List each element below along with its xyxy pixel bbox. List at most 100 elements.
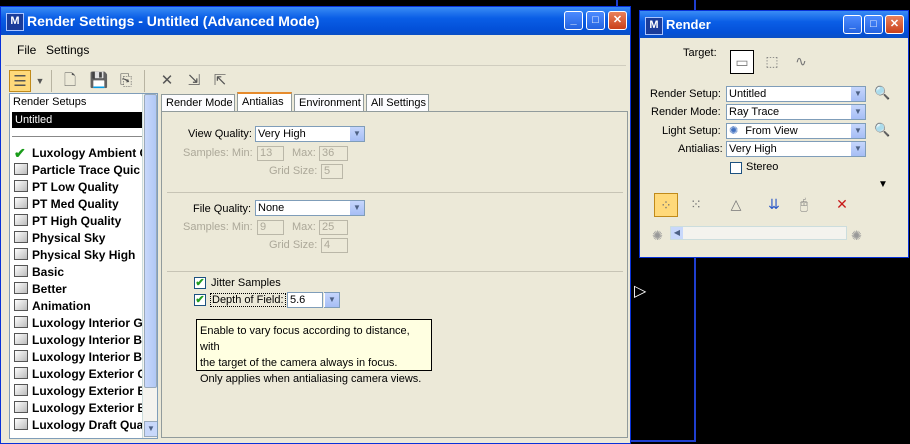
tab-antialias[interactable]: Antialias [237, 92, 292, 112]
list-item[interactable]: Basic [14, 264, 64, 281]
list-item-selected[interactable]: Untitled [12, 112, 143, 128]
chevron-down-icon[interactable]: ▼ [324, 293, 339, 307]
list-item[interactable]: Luxology Interior G [14, 315, 143, 332]
chevron-down-icon[interactable]: ▼ [349, 127, 364, 141]
toolbar: ☰ ▼ 🗋 💾 ⎘ ✕ ⇲ ⇱ [5, 65, 626, 96]
light-icon[interactable]: △ [724, 193, 748, 217]
setup-icon [14, 197, 28, 209]
target-element-icon[interactable]: ∿ [789, 50, 813, 74]
close-button[interactable]: ✕ [885, 15, 904, 34]
minimize-button[interactable]: _ [843, 15, 862, 34]
render-mode-label: Render Mode: [651, 106, 721, 118]
render-setup-select[interactable]: Untitled ▼ [726, 86, 866, 102]
brightness-slider[interactable]: ◀ [670, 226, 847, 240]
scroll-left-icon[interactable]: ◀ [671, 227, 683, 239]
render-setups-list[interactable]: Render Setups Untitled ✔ Luxology Ambient… [9, 93, 158, 439]
list-item[interactable]: PT High Quality [14, 213, 121, 230]
minimize-button[interactable]: _ [564, 11, 583, 30]
tab-environment[interactable]: Environment [294, 94, 364, 111]
chevron-down-icon[interactable]: ▼ [850, 87, 865, 101]
setup-icon [14, 163, 28, 175]
scroll-thumb[interactable] [144, 94, 157, 388]
view-quality-label: View Quality: [188, 128, 252, 140]
scroll-down-icon[interactable]: ▼ [144, 421, 157, 437]
new-icon[interactable]: 🗋 [59, 70, 81, 92]
list-item[interactable]: Luxology Interior B [14, 349, 142, 366]
file-grid-size-field[interactable]: 4 [321, 238, 348, 253]
jitter-samples-checkbox[interactable]: ✔ [194, 277, 206, 289]
stereo-label: Stereo [746, 161, 779, 173]
list-item[interactable]: ✔ Luxology Ambient O [14, 145, 149, 162]
clear-icon[interactable]: ✕ [830, 193, 854, 217]
samples-max-label: Max: [292, 221, 316, 233]
render-settings-icon[interactable]: ⁙ [684, 193, 708, 217]
import-icon[interactable]: ⇲ [183, 70, 205, 92]
flyout-arrow-icon[interactable]: ▼ [878, 179, 888, 190]
sun-icon: ✺ [729, 125, 742, 137]
render-settings-titlebar[interactable]: M Render Settings - Untitled (Advanced M… [1, 7, 630, 35]
list-item[interactable]: Luxology Exterior B [14, 400, 146, 417]
list-item[interactable]: Physical Sky [14, 230, 105, 247]
maximize-button[interactable]: □ [864, 15, 883, 34]
target-fence-icon[interactable]: ⬚ [760, 50, 784, 74]
tab-all-settings[interactable]: All Settings [366, 94, 429, 111]
view-quality-select[interactable]: Very High ▼ [255, 126, 365, 142]
depth-of-field-field[interactable]: 5.6 [287, 292, 323, 308]
menu-settings[interactable]: Settings [46, 43, 89, 57]
tab-render-mode[interactable]: Render Mode [161, 94, 235, 111]
light-setup-select[interactable]: ✺ From View ▼ [726, 123, 866, 139]
list-item[interactable]: Luxology Exterior B [14, 383, 146, 400]
file-samples-min-field[interactable]: 9 [257, 220, 284, 235]
separator-line [167, 271, 623, 272]
save-icon[interactable]: 💾 [88, 70, 110, 92]
list-item[interactable]: Better [14, 281, 67, 298]
list-item[interactable]: PT Med Quality [14, 196, 119, 213]
view-grid-size-field[interactable]: 5 [321, 164, 343, 179]
mouse-icon[interactable]: 🖰 [792, 193, 816, 217]
list-item[interactable]: Animation [14, 298, 91, 315]
list-item[interactable]: Physical Sky High [14, 247, 135, 264]
tree-view-icon[interactable]: ☰ [9, 70, 31, 92]
render-titlebar[interactable]: M Render _ □ ✕ [640, 11, 908, 38]
file-quality-select[interactable]: None ▼ [255, 200, 365, 216]
delete-icon[interactable]: ✕ [156, 70, 178, 92]
samples-min-label: Samples: Min: [183, 221, 253, 233]
render-mode-select[interactable]: Ray Trace ▼ [726, 104, 866, 120]
chevron-down-icon[interactable]: ▼ [349, 201, 364, 215]
file-samples-max-field[interactable]: 25 [319, 220, 348, 235]
copy-icon[interactable]: ⎘ [115, 70, 137, 92]
antialias-select[interactable]: Very High ▼ [726, 141, 866, 157]
magnifier-icon[interactable]: 🔍 [874, 122, 890, 138]
setup-icon [14, 265, 28, 277]
menu-file[interactable]: File [17, 43, 36, 57]
stereo-checkbox[interactable] [730, 162, 742, 174]
depth-of-field-checkbox[interactable]: ✔ [194, 294, 206, 306]
magnifier-icon[interactable]: 🔍 [874, 85, 890, 101]
chevron-down-icon[interactable]: ▼ [850, 105, 865, 119]
list-scrollbar[interactable]: ▼ [142, 94, 157, 438]
list-item[interactable]: Luxology Draft Qua [14, 417, 143, 434]
tooltip: Enable to vary focus according to distan… [196, 319, 432, 385]
chevron-down-icon[interactable]: ▼ [850, 142, 865, 156]
view-samples-min-field[interactable]: 13 [257, 146, 284, 161]
antialias-label: Antialias: [678, 143, 723, 155]
chevron-down-icon[interactable]: ▼ [850, 124, 865, 138]
render-window-title: Render [666, 17, 711, 32]
list-item[interactable]: Luxology Interior B [14, 332, 142, 349]
target-view-icon[interactable]: ▭ [730, 50, 754, 74]
depth-of-field-dropdown[interactable]: ▼ [324, 292, 340, 308]
maximize-button[interactable]: □ [586, 11, 605, 30]
chevron-down-icon[interactable]: ▼ [33, 70, 47, 92]
list-item[interactable]: Particle Trace Quic [14, 162, 140, 179]
render-icon[interactable]: ⁘ [654, 193, 678, 217]
save-image-icon[interactable]: ⇊ [762, 193, 786, 217]
brightness-low-icon: ✺ [652, 228, 663, 243]
view-samples-max-field[interactable]: 36 [319, 146, 348, 161]
list-item[interactable]: Luxology Exterior G [14, 366, 147, 383]
render-settings-window: M Render Settings - Untitled (Advanced M… [0, 6, 631, 444]
export-icon[interactable]: ⇱ [209, 70, 231, 92]
setup-icon [14, 350, 28, 362]
close-button[interactable]: ✕ [608, 11, 627, 30]
jitter-samples-label: Jitter Samples [211, 277, 281, 289]
list-item[interactable]: PT Low Quality [14, 179, 119, 196]
